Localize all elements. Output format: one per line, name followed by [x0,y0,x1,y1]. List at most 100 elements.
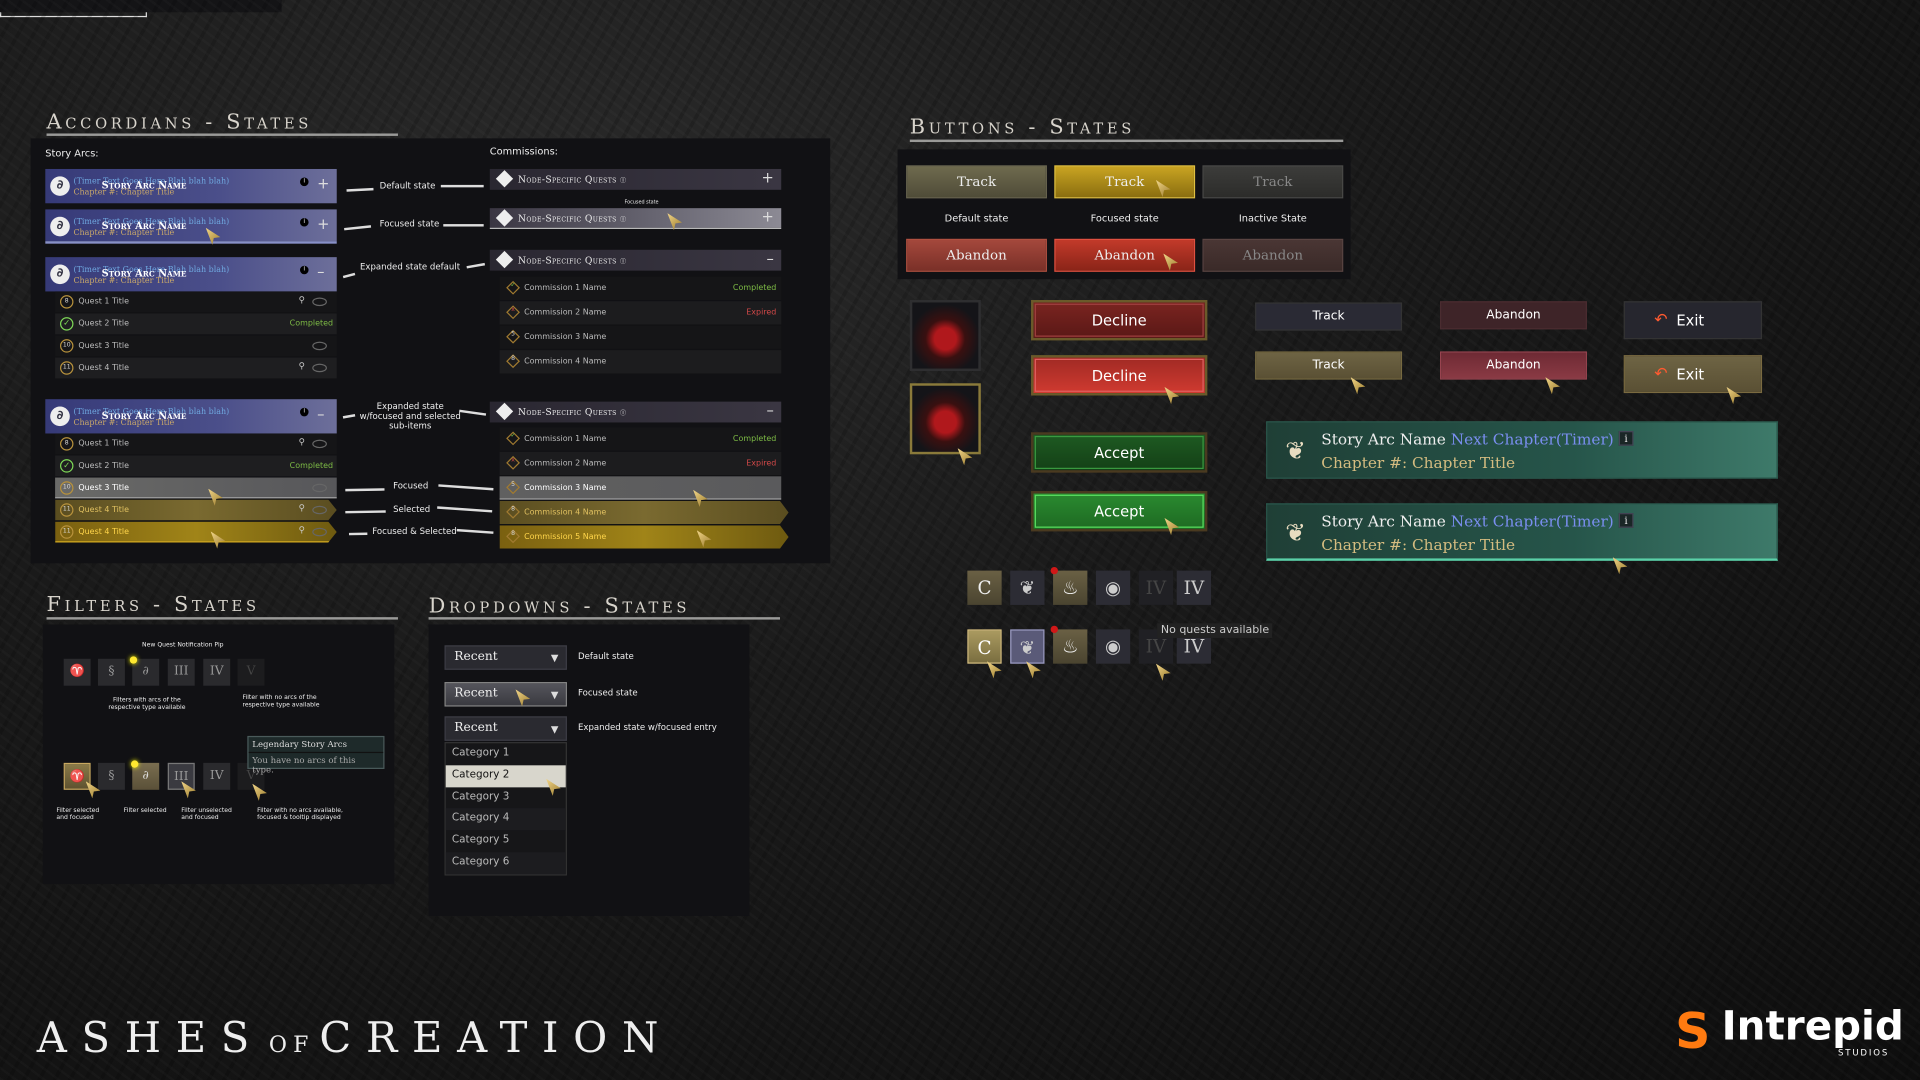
filter-tier-iii[interactable]: III [167,658,195,686]
commission-header[interactable]: Node-Specific Quests ⓘ + [489,168,782,190]
flame-book-icon[interactable]: ♨ [1053,570,1088,605]
collapse-icon[interactable]: – [767,402,774,419]
track-button-small[interactable]: Track [1255,302,1403,331]
track-eye-icon[interactable] [312,297,327,307]
dropdown-option[interactable]: Category 1 [446,743,566,765]
tier-iv-icon[interactable]: IV [1176,570,1212,605]
track-button[interactable]: Track [1054,165,1196,199]
info-icon[interactable]: i [300,177,309,187]
phoenix-book-icon[interactable]: ❦ [1010,570,1045,605]
sort-dropdown[interactable]: Recent ▼ [444,716,567,741]
category-c-icon[interactable]: C [967,629,1002,664]
commission-header[interactable]: Node-Specific Quests ⓘ – [489,249,782,271]
commission-header[interactable]: Node-Specific Quests ⓘ + [489,208,782,229]
commission-row[interactable]: ✓ Commission 1 Name Completed [499,427,782,451]
filter-swirl-icon[interactable]: ∂ [132,658,160,686]
category-c-icon[interactable]: C [967,570,1002,605]
dropdown-option[interactable]: Category 4 [445,808,566,831]
map-pin-icon[interactable]: ⚲ [299,437,305,447]
expand-icon[interactable]: + [762,208,774,225]
sort-dropdown[interactable]: Recent ▼ [444,645,567,670]
story-arc-header[interactable]: ∂ Story Arc Name (Timer Text Goes Here Bl… [45,399,337,434]
quest-row[interactable]: 11 Quest 4 Title ⚲ [55,521,337,543]
map-pin-icon[interactable]: ⚲ [299,525,305,535]
track-eye-icon[interactable] [312,527,327,537]
eye-icon[interactable]: ◉ [1095,570,1131,605]
potion-item-icon-focused[interactable] [909,383,981,455]
expand-icon[interactable]: + [317,175,329,192]
info-icon[interactable]: i [300,217,309,227]
quest-row[interactable]: 8 Quest 1 Title ⚲ [55,291,337,313]
quest-row[interactable]: ✓ Quest 2 Title Completed [55,313,337,335]
filter-tier-iv[interactable]: IV [203,658,231,686]
commission-row[interactable]: 8 Commission 4 Name [499,350,782,374]
sort-dropdown[interactable]: Recent ▼ [444,682,567,707]
accept-button-focused[interactable]: Accept [1031,491,1208,532]
filter-seahorse-icon[interactable]: § [97,762,125,790]
dropdown-option[interactable]: Category 6 [445,852,566,875]
quest-row[interactable]: 10 Quest 3 Title [55,335,337,357]
abandon-button-small[interactable]: Abandon [1440,301,1587,330]
filter-tier-v[interactable]: V [237,658,265,686]
info-icon[interactable]: i [300,265,309,275]
dropdown-option[interactable]: Category 3 [446,787,566,809]
story-arc-card[interactable]: ❦ Story Arc Name Next Chapter(Timer) i Chap… [1266,421,1778,479]
map-pin-icon[interactable]: ⚲ [299,295,305,305]
pip-label: New Quest Notification Pip [142,641,224,649]
map-pin-icon[interactable]: ⚲ [299,361,305,371]
tier-iv-disabled-icon[interactable]: IV [1138,570,1174,605]
commission-header[interactable]: Node-Specific Quests ⓘ – [489,401,782,423]
decline-button-focused[interactable]: Decline [1031,355,1208,396]
track-eye-icon[interactable] [312,439,327,449]
commission-row[interactable]: ✓ Commission 1 Name Completed [499,276,782,301]
abandon-button-small-focused[interactable]: Abandon [1440,351,1587,380]
dropdown-option[interactable]: Category 2 [445,765,566,787]
eye-icon[interactable]: ◉ [1095,629,1131,664]
quest-row[interactable]: 10 Quest 3 Title [55,477,337,499]
story-arc-header[interactable]: ∂ Story Arc Name (Timer Text Goes Here Bl… [45,209,337,244]
commission-row[interactable]: 5 Commission 3 Name [499,325,782,349]
phoenix-book-icon[interactable]: ❦ [1010,629,1045,664]
info-icon[interactable]: i [300,407,309,417]
flame-book-icon[interactable]: ♨ [1053,629,1088,664]
quest-row[interactable]: 11 Quest 4 Title ⚲ [55,357,337,379]
quest-row[interactable]: ✓ Quest 2 Title Completed [55,455,337,477]
commission-row[interactable]: 8 Commission 4 Name [499,500,789,525]
track-eye-icon[interactable] [312,363,327,373]
track-button-small-focused[interactable]: Track [1255,351,1403,380]
story-arc-header[interactable]: ∂ Story Arc Name (Timer Text Goes Here Bl… [45,168,337,204]
commission-row[interactable]: x Commission 2 Name Expired [499,301,782,325]
abandon-button[interactable]: Abandon [1054,238,1196,272]
track-eye-icon[interactable] [312,505,327,515]
dropdown-option[interactable]: Category 5 [446,830,566,852]
potion-item-icon[interactable] [909,300,981,372]
filter-seahorse-icon[interactable]: § [97,658,125,686]
filter-tier-iii[interactable]: III [167,762,195,790]
info-icon[interactable]: i [1618,513,1634,528]
expand-icon[interactable]: + [317,216,329,233]
filter-harp-icon[interactable]: ♈ [63,762,91,790]
commission-row[interactable]: 8 Commission 5 Name [499,525,789,549]
exit-button[interactable]: ↶ Exit [1623,301,1763,340]
decline-button[interactable]: Decline [1031,300,1208,341]
quest-row[interactable]: 11 Quest 4 Title ⚲ [55,499,337,521]
accept-button[interactable]: Accept [1031,432,1208,473]
track-eye-icon[interactable] [312,483,327,493]
track-button[interactable]: Track [906,165,1047,199]
track-eye-icon[interactable] [312,341,327,351]
collapse-icon[interactable]: – [317,405,324,422]
story-arc-card[interactable]: ❦ Story Arc Name Next Chapter(Timer) i Chap… [1266,503,1778,561]
collapse-icon[interactable]: – [767,250,774,267]
expand-icon[interactable]: + [762,169,774,186]
quest-row[interactable]: 8 Quest 1 Title ⚲ [55,433,337,455]
story-arc-header[interactable]: ∂ Story Arc Name (Timer Text Goes Here Bl… [45,257,337,292]
abandon-button[interactable]: Abandon [906,238,1047,272]
exit-button[interactable]: ↶ Exit [1623,355,1763,394]
collapse-icon[interactable]: – [317,263,324,280]
commission-row[interactable]: x Commission 2 Name Expired [499,451,782,476]
filter-tier-iv[interactable]: IV [203,762,231,790]
info-icon[interactable]: i [1618,431,1634,446]
map-pin-icon[interactable]: ⚲ [299,503,305,513]
commission-row[interactable]: 5 Commission 3 Name [499,476,782,500]
filter-harp-icon[interactable]: ♈ [63,658,91,686]
